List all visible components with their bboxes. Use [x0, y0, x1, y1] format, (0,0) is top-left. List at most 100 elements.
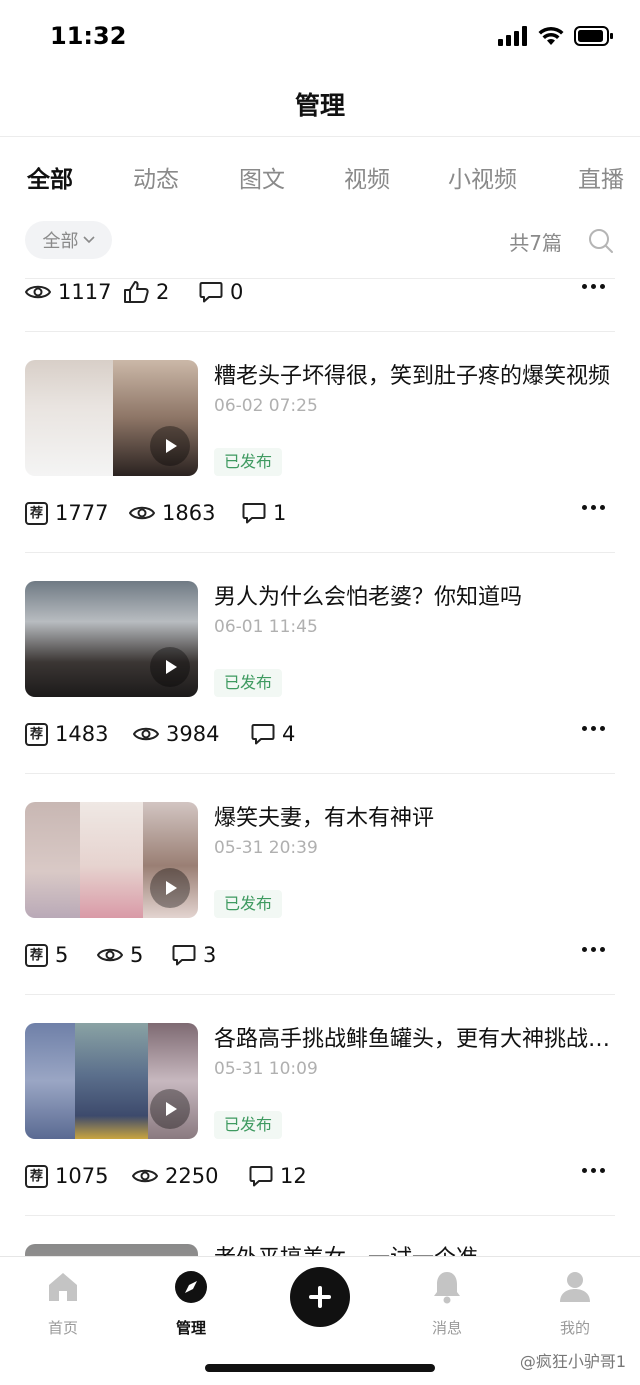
thumbs-up-icon	[124, 281, 149, 303]
likes-stat: 2	[123, 280, 169, 304]
stats-row: 荐 1075 2250 12	[25, 1164, 615, 1194]
views-stat: 1117	[25, 280, 111, 304]
tab-all[interactable]: 全部	[27, 160, 73, 194]
search-icon[interactable]	[588, 228, 614, 254]
views-count: 1117	[58, 280, 112, 304]
video-thumbnail[interactable]	[25, 581, 198, 697]
play-icon	[150, 1089, 190, 1129]
comments-count: 1	[273, 501, 287, 525]
item-divider	[25, 773, 615, 774]
comments-stat: 1	[242, 501, 286, 525]
tabbar-manage[interactable]: 管理	[151, 1269, 231, 1338]
eye-icon	[132, 1169, 158, 1183]
tabbar-profile-label: 我的	[559, 1319, 590, 1337]
recommend-stat: 荐 1777	[25, 501, 108, 525]
comment-icon	[251, 724, 275, 745]
views-stat: 1863	[129, 501, 215, 525]
tab-live[interactable]: 直播	[578, 160, 624, 194]
stats-row: 荐 1483 3984 4	[25, 722, 615, 752]
video-thumbnail[interactable]	[25, 1023, 198, 1139]
tabbar-messages-label: 消息	[431, 1319, 462, 1337]
more-options-button[interactable]	[582, 505, 605, 510]
list-divider	[25, 278, 615, 279]
comments-count: 12	[280, 1164, 307, 1188]
filter-label: 全部	[42, 231, 79, 252]
views-stat: 5	[97, 943, 143, 967]
recommend-stat: 荐 1075	[25, 1164, 108, 1188]
signal-icon	[498, 26, 527, 46]
tabbar-manage-label: 管理	[175, 1319, 206, 1337]
more-options-button[interactable]	[582, 947, 605, 952]
tabbar-profile[interactable]: 我的	[535, 1269, 615, 1338]
comments-count: 0	[230, 280, 244, 304]
create-button[interactable]	[290, 1267, 350, 1327]
recommend-icon: 荐	[25, 943, 48, 967]
item-date: 05-31 20:39	[214, 838, 318, 858]
eye-icon	[25, 285, 51, 299]
category-tabs: 全部 动态 图文 视频 小视频 直播	[0, 160, 640, 200]
status-bar: 11:32	[0, 0, 640, 76]
recommend-stat: 荐 1483	[25, 722, 108, 746]
tab-image-text[interactable]: 图文	[239, 160, 285, 194]
more-options-button[interactable]	[582, 1168, 605, 1173]
views-stat: 3984	[133, 722, 219, 746]
play-icon	[150, 647, 190, 687]
tab-video[interactable]: 视频	[344, 160, 390, 194]
battery-icon	[574, 26, 613, 46]
tab-short-video[interactable]: 小视频	[448, 160, 517, 194]
stats-row: 1117 2 0	[25, 280, 615, 310]
user-icon	[560, 1272, 590, 1302]
status-time: 11:32	[50, 22, 127, 50]
comment-icon	[249, 1166, 273, 1187]
recommend-icon: 荐	[25, 501, 48, 525]
recommend-icon: 荐	[25, 722, 48, 746]
filter-dropdown[interactable]: 全部	[25, 221, 112, 259]
tab-dynamic[interactable]: 动态	[133, 160, 179, 194]
item-divider	[25, 331, 615, 332]
item-date: 05-31 10:09	[214, 1059, 318, 1079]
recommend-count: 1075	[55, 1164, 109, 1188]
video-thumbnail[interactable]	[25, 802, 198, 918]
item-date: 06-01 11:45	[214, 617, 318, 637]
item-divider	[25, 552, 615, 553]
tabbar-home-label: 首页	[47, 1319, 78, 1337]
item-date: 06-02 07:25	[214, 396, 318, 416]
wifi-icon	[538, 26, 564, 45]
bell-icon	[434, 1272, 460, 1304]
chevron-down-icon	[82, 236, 95, 244]
comments-stat: 4	[251, 722, 295, 746]
comments-count: 4	[282, 722, 296, 746]
video-thumbnail[interactable]	[25, 360, 198, 476]
recommend-count: 5	[55, 943, 69, 967]
tabbar-home[interactable]: 首页	[23, 1269, 103, 1338]
comments-stat: 12	[249, 1164, 307, 1188]
item-title[interactable]: 男人为什么会怕老婆？你知道吗	[214, 579, 614, 611]
views-count: 1863	[162, 501, 216, 525]
recommend-count: 1483	[55, 722, 109, 746]
comments-stat: 0	[199, 280, 243, 304]
item-title[interactable]: 糟老头子坏得很，笑到肚子疼的爆笑视频	[214, 358, 614, 390]
comment-icon	[172, 945, 196, 966]
status-badge: 已发布	[214, 448, 283, 476]
compass-icon	[175, 1271, 207, 1303]
status-badge: 已发布	[214, 1111, 283, 1139]
views-count: 2250	[165, 1164, 219, 1188]
views-count: 5	[130, 943, 144, 967]
tabbar-messages[interactable]: 消息	[407, 1269, 487, 1338]
item-title[interactable]: 爆笑夫妻，有木有神评	[214, 800, 614, 832]
more-options-button[interactable]	[582, 726, 605, 731]
comment-icon	[199, 282, 223, 303]
comments-stat: 3	[172, 943, 216, 967]
likes-count: 2	[156, 280, 170, 304]
recommend-stat: 荐 5	[25, 943, 68, 967]
item-title[interactable]: 各路高手挑战鲱鱼罐头，更有大神挑战成功	[214, 1021, 614, 1053]
status-icons	[498, 26, 614, 46]
plus-icon	[309, 1286, 331, 1308]
recommend-icon: 荐	[25, 1164, 48, 1188]
home-indicator	[205, 1364, 435, 1372]
eye-icon	[129, 506, 155, 520]
stats-row: 荐 1777 1863 1	[25, 501, 615, 531]
comment-icon	[242, 503, 266, 524]
home-icon	[49, 1273, 77, 1301]
more-options-button[interactable]	[582, 284, 605, 289]
